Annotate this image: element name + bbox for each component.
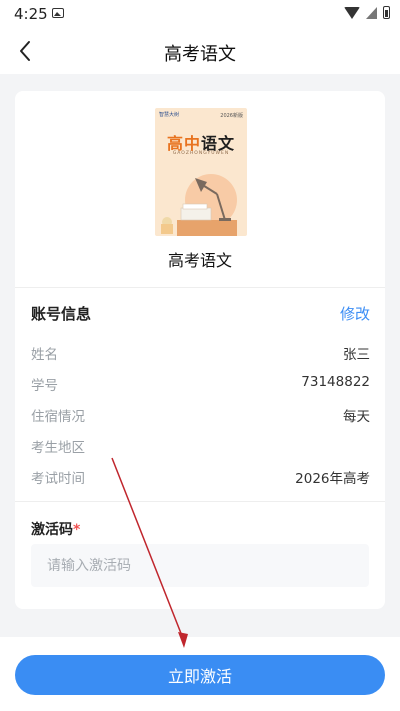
activate-button[interactable]: 立即激活 [15, 655, 385, 695]
activation-code-label: 激活码* [31, 519, 80, 539]
book-name: 高考语文 [167, 251, 232, 270]
activation-code-input[interactable] [31, 544, 369, 587]
nav-bar: 高考语文 [0, 28, 400, 74]
cover-pinyin: GAOZHONGYUWEN [172, 151, 230, 156]
battery-icon [383, 6, 390, 19]
page-title: 高考语文 [164, 44, 236, 65]
info-label: 姓名 [31, 347, 58, 363]
info-row-region: 考生地区 [31, 436, 370, 456]
divider [15, 287, 385, 288]
required-mark: * [73, 522, 81, 538]
info-value: 每天 [343, 409, 370, 425]
activation-card: 智慧大树 2026新版 高中语文 GAOZHONGYUWEN 高考语文 账号信息… [15, 91, 385, 609]
info-value: 73148822 [301, 374, 370, 390]
info-label: 住宿情况 [31, 409, 85, 425]
info-label: 考试时间 [31, 471, 85, 487]
wifi-icon [344, 6, 360, 19]
info-row-boarding: 住宿情况 每天 [31, 405, 370, 425]
divider [15, 501, 385, 502]
info-row-exam-time: 考试时间 2026年高考 [31, 467, 370, 487]
info-row-name: 姓名 张三 [31, 343, 370, 363]
signal-icon [366, 6, 377, 19]
activation-code-label-text: 激活码 [31, 522, 73, 538]
info-label: 学号 [31, 378, 58, 394]
status-icons [344, 6, 390, 19]
desk-lamp-illustration [161, 174, 237, 236]
info-row-student-id: 学号 73148822 [31, 374, 370, 394]
cover-edition: 2026新版 [220, 113, 243, 119]
account-section-title: 账号信息 [31, 305, 92, 323]
status-bar: 4:25 [0, 0, 400, 28]
image-icon [52, 8, 64, 18]
cover-brand: 智慧大树 [159, 112, 180, 118]
info-value: 张三 [343, 347, 370, 363]
info-label: 考生地区 [31, 440, 85, 456]
edit-account-button[interactable]: 修改 [340, 303, 370, 324]
info-value: 2026年高考 [295, 471, 370, 487]
status-time: 4:25 [14, 5, 48, 23]
book-cover: 智慧大树 2026新版 高中语文 GAOZHONGYUWEN [155, 108, 247, 236]
bottom-bar: 立即激活 [0, 637, 400, 711]
